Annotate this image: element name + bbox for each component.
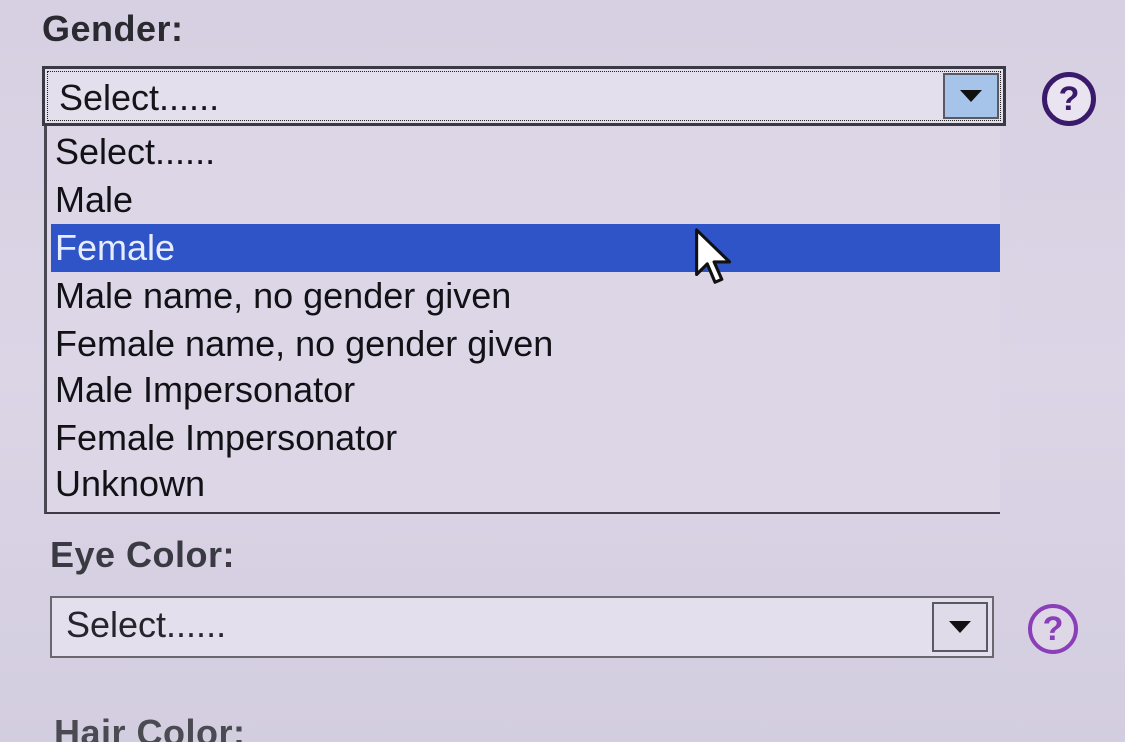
gender-select-value: Select...... [59,77,220,118]
gender-dropdown-button[interactable] [943,73,999,119]
gender-option-male-name-no-gender[interactable]: Male name, no gender given [51,272,1000,320]
eye-color-help-icon[interactable]: ? [1028,604,1078,654]
eye-color-select[interactable]: Select...... [50,596,994,658]
mouse-pointer-icon [695,228,732,284]
gender-option-female-impersonator[interactable]: Female Impersonator [51,414,1000,462]
chevron-down-icon [949,621,971,633]
gender-option-male[interactable]: Male [51,176,1000,224]
form-page: Gender: Select...... ? Select...... Male… [0,0,1125,742]
gender-option-male-impersonator[interactable]: Male Impersonator [51,366,1000,414]
chevron-down-icon [960,90,982,102]
gender-label: Gender: [42,8,184,49]
eye-color-dropdown-button[interactable] [932,602,988,652]
gender-option-female[interactable]: Female [51,224,1000,272]
gender-select[interactable]: Select...... [42,66,1006,126]
eye-color-label: Eye Color: [50,534,236,575]
gender-option-female-name-no-gender[interactable]: Female name, no gender given [51,320,1000,368]
gender-option-unknown[interactable]: Unknown [51,460,1000,508]
hair-color-label: Hair Color: [54,712,246,742]
gender-help-icon[interactable]: ? [1042,72,1096,126]
eye-color-select-value: Select...... [66,604,227,645]
gender-option-select[interactable]: Select...... [51,128,1000,176]
gender-options-list[interactable]: Select...... Male Female Male name, no g… [44,126,1000,514]
